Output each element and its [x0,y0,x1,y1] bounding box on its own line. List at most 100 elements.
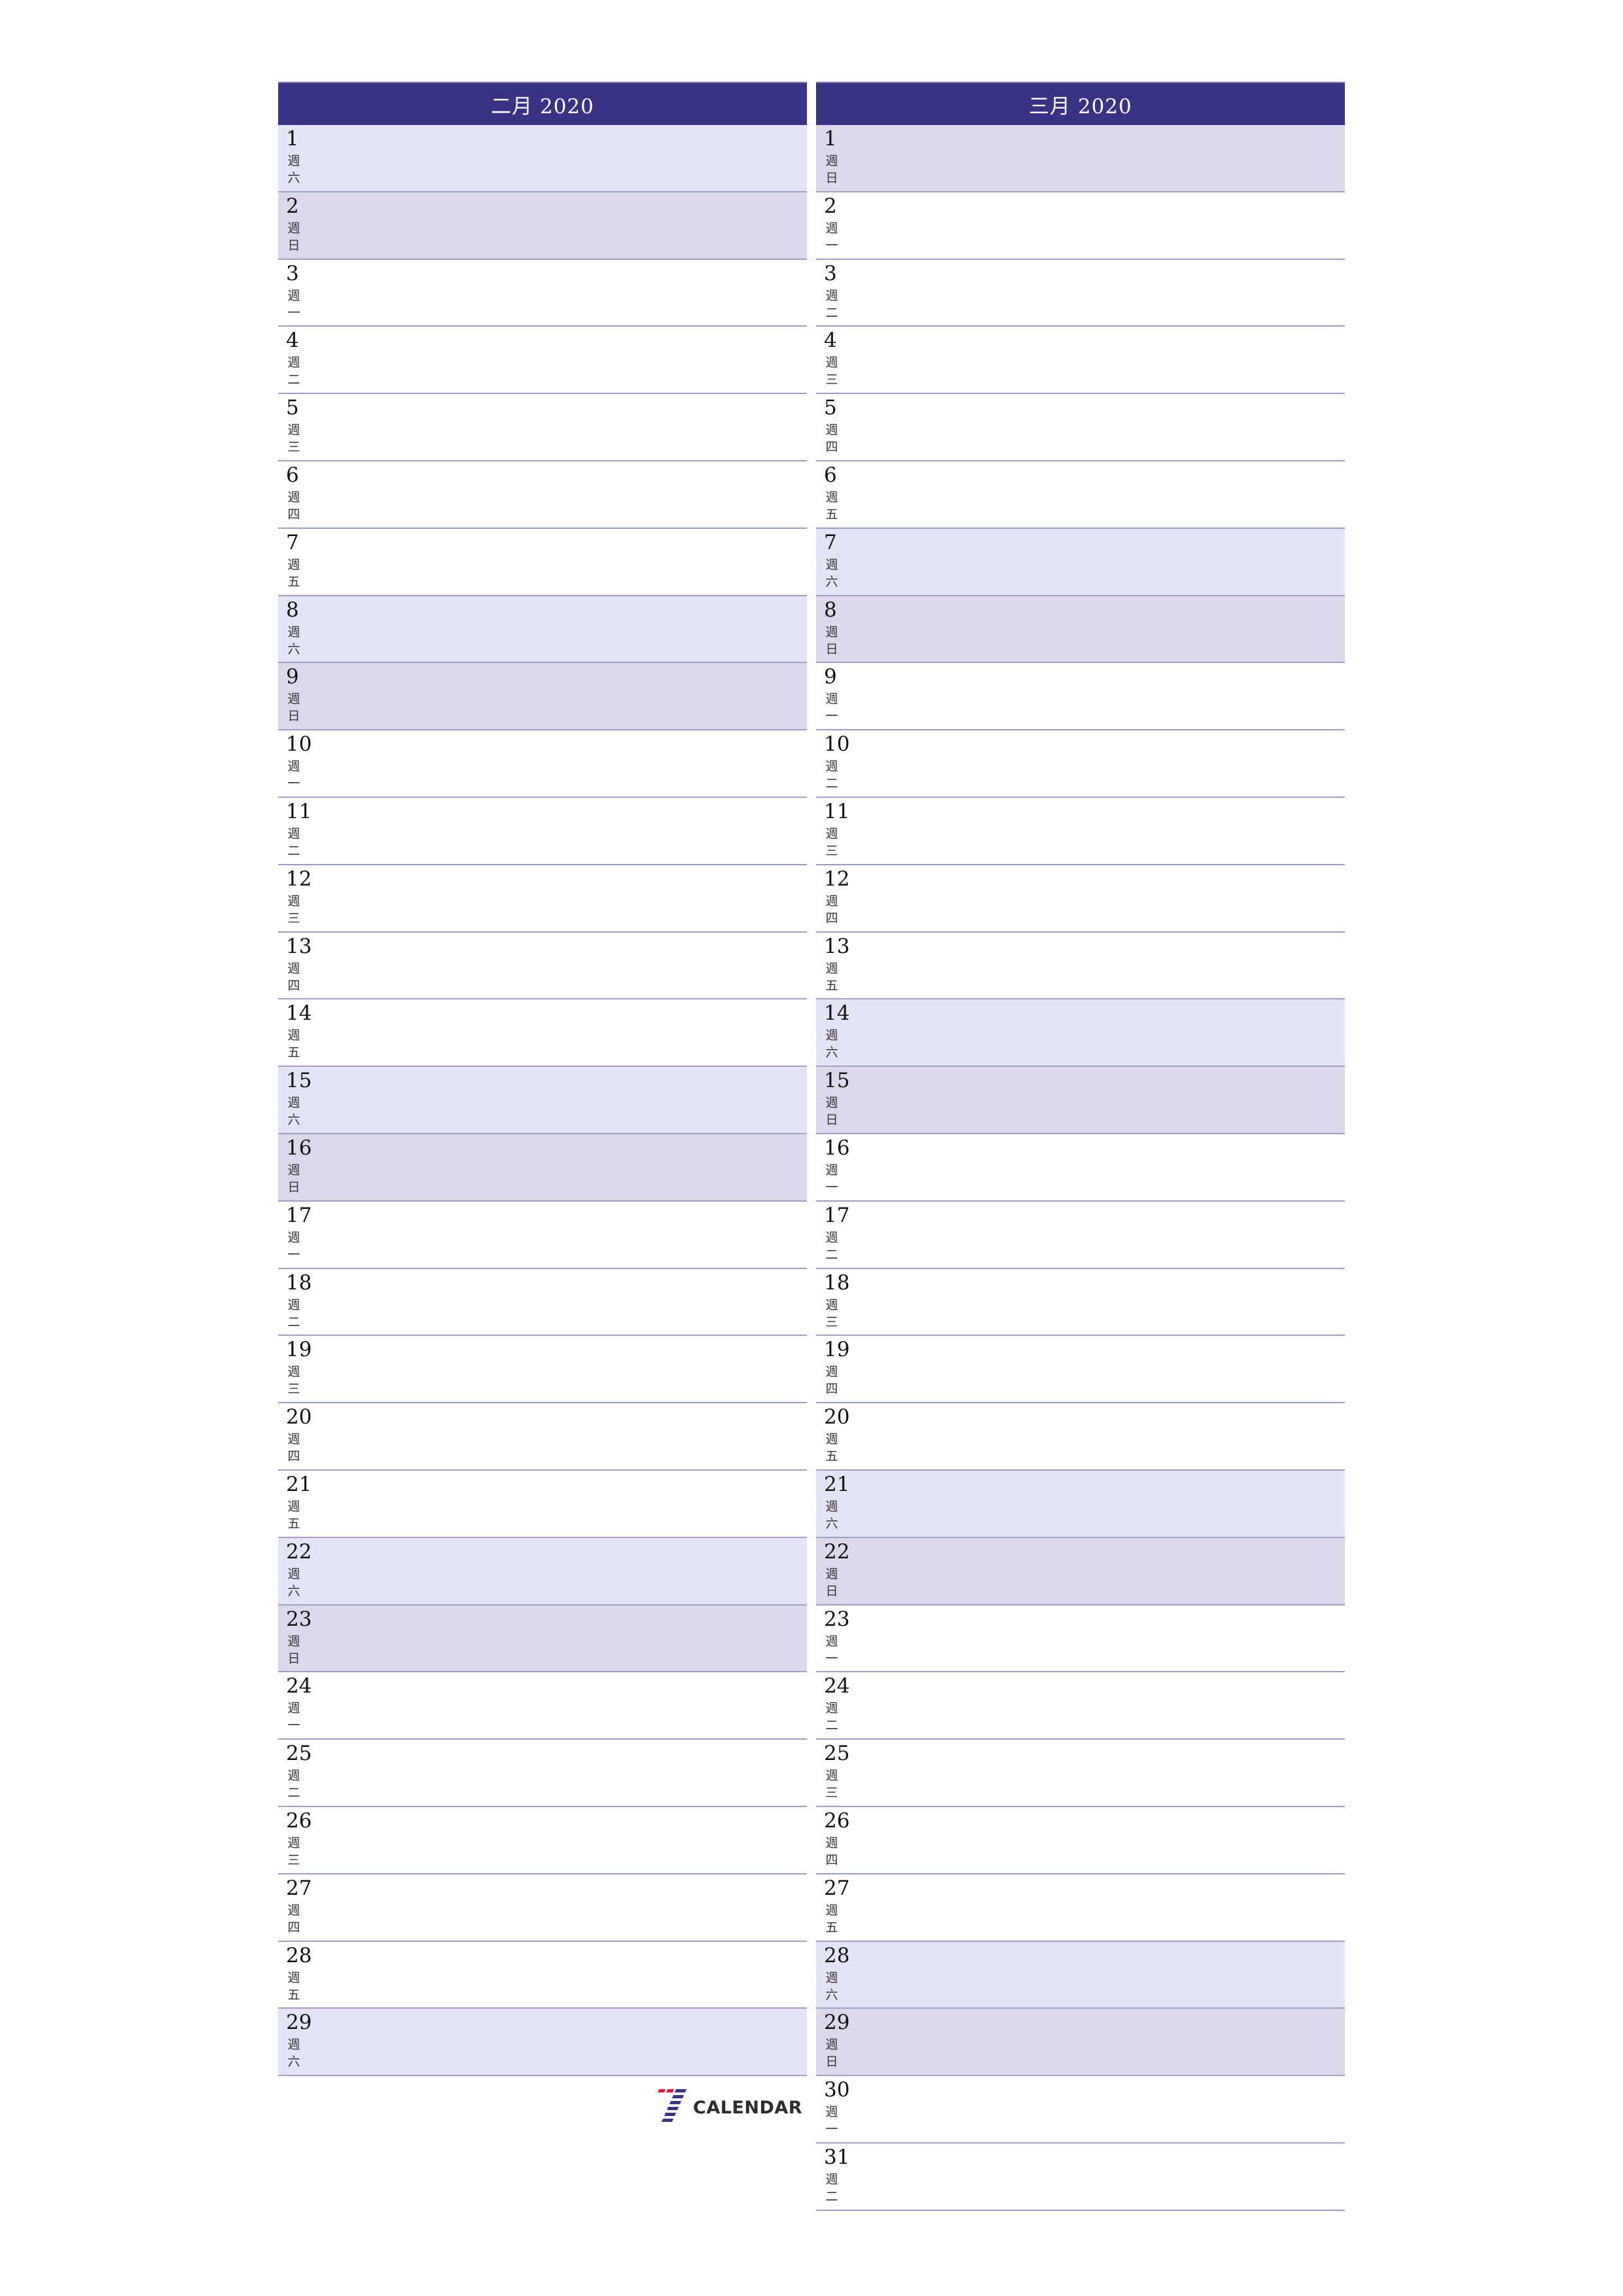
day-number: 29 [824,2011,850,2035]
weekday-name: 五 [287,1045,300,1060]
day-row[interactable]: 31 週二 [816,2143,1345,2211]
day-row[interactable]: 2週一 [816,192,1345,260]
weekday-name: 日 [287,1651,300,1666]
weekday-name: 五 [825,1449,838,1464]
day-number: 26 [824,1808,850,1833]
day-row[interactable]: 1週六 [278,125,807,192]
weekday-label: 週一 [825,1633,839,1667]
day-row[interactable]: 5週四 [816,394,1345,461]
day-row[interactable]: 11 週二 [278,797,807,865]
day-row[interactable]: 16 週一 [816,1134,1345,1202]
day-number: 4 [286,329,299,353]
day-row[interactable]: 17 週二 [816,1201,1345,1269]
weekday-prefix: 週 [825,2105,838,2120]
day-row[interactable]: 24 週一 [278,1672,807,1740]
day-row[interactable]: 29 週日 [816,2009,1345,2077]
weekday-name: 六 [287,1583,300,1598]
day-row[interactable]: 15 週日 [816,1067,1345,1134]
weekday-prefix: 週 [287,557,300,572]
day-row[interactable]: 18 週二 [278,1268,807,1336]
day-row[interactable]: 12 週三 [278,865,807,933]
day-number: 25 [286,1742,312,1766]
day-row[interactable]: 25 週二 [278,1740,807,1807]
day-row[interactable]: 18 週三 [816,1268,1345,1336]
day-row[interactable]: 11 週三 [816,797,1345,865]
weekday-prefix: 週 [287,1432,300,1447]
day-row[interactable]: 12 週四 [816,865,1345,933]
day-row[interactable]: 25 週三 [816,1740,1345,1807]
day-row[interactable]: 19 週四 [816,1336,1345,1404]
weekday-label: 週六 [287,2036,301,2070]
day-row[interactable]: 8週六 [278,596,807,664]
day-row[interactable]: 16 週日 [278,1134,807,1202]
day-row[interactable]: 2週日 [278,192,807,260]
weekday-name: 四 [287,1449,300,1464]
day-row[interactable]: 6週四 [278,461,807,529]
weekday-name: 四 [825,1852,838,1867]
month-header: 二月 2020 [278,82,807,125]
weekday-prefix: 週 [825,221,838,236]
day-row[interactable]: 3週一 [278,259,807,327]
day-number: 21 [286,1472,312,1496]
day-row[interactable]: 9週一 [816,663,1345,731]
day-row[interactable]: 24 週二 [816,1672,1345,1740]
day-row[interactable]: 28 週五 [278,1941,807,2009]
day-row[interactable]: 14 週五 [278,999,807,1067]
day-row[interactable]: 22 週日 [816,1537,1345,1605]
weekday-label: 週五 [287,1969,301,2003]
weekday-prefix: 週 [287,759,300,774]
weekday-label: 週六 [287,152,301,187]
day-row[interactable]: 21 週五 [278,1470,807,1538]
day-number: 10 [286,732,312,757]
day-row[interactable]: 10 週一 [278,730,807,798]
day-row[interactable]: 3週二 [816,259,1345,327]
day-row[interactable]: 29 週六 [278,2009,807,2077]
day-number: 11 [824,799,850,823]
weekday-name: 六 [825,1516,838,1531]
day-row[interactable]: 4週二 [278,327,807,395]
weekday-prefix: 週 [825,1835,838,1850]
day-row[interactable]: 17 週一 [278,1201,807,1269]
day-number: 12 [286,867,312,891]
day-number: 27 [824,1876,850,1900]
day-row[interactable]: 19 週三 [278,1336,807,1404]
day-row[interactable]: 27 週四 [278,1874,807,1942]
day-row[interactable]: 5週三 [278,394,807,461]
day-row[interactable]: 6週五 [816,461,1345,529]
weekday-name: 五 [825,978,838,993]
day-row[interactable]: 20 週五 [816,1403,1345,1471]
day-row[interactable]: 15 週六 [278,1067,807,1134]
day-row[interactable]: 7週六 [816,528,1345,596]
weekday-prefix: 週 [287,1162,300,1177]
day-row[interactable]: 21 週六 [816,1470,1345,1538]
weekday-name: 日 [287,238,300,253]
day-row[interactable]: 23 週一 [816,1605,1345,1673]
day-row[interactable]: 7週五 [278,528,807,596]
weekday-name: 五 [287,574,300,589]
day-number: 20 [286,1405,312,1429]
weekday-name: 五 [287,1987,300,2002]
day-row[interactable]: 8週日 [816,596,1345,664]
weekday-label: 週五 [825,1431,839,1465]
day-row[interactable]: 4週三 [816,327,1345,395]
day-row[interactable]: 1週日 [816,125,1345,192]
day-row[interactable]: 13 週五 [816,932,1345,1000]
day-row[interactable]: 26 週四 [816,1806,1345,1874]
weekday-label: 週四 [287,1431,301,1465]
day-row[interactable]: 28 週六 [816,1941,1345,2009]
day-row[interactable]: 30 週一 [816,2076,1345,2144]
day-row[interactable]: 10 週二 [816,730,1345,798]
day-row[interactable]: 22 週六 [278,1537,807,1605]
day-row[interactable]: 9週日 [278,663,807,731]
day-row[interactable]: 20 週四 [278,1403,807,1471]
day-row[interactable]: 27 週五 [816,1874,1345,1942]
month-header: 三月 2020 [816,82,1345,125]
day-row[interactable]: 14 週六 [816,999,1345,1067]
weekday-prefix: 週 [825,1230,838,1245]
weekday-name: 日 [825,641,838,656]
weekday-label: 週一 [287,287,301,321]
day-row[interactable]: 26 週三 [278,1806,807,1874]
day-row[interactable]: 13 週四 [278,932,807,1000]
day-row[interactable]: 23 週日 [278,1605,807,1673]
weekday-prefix: 週 [287,624,300,639]
